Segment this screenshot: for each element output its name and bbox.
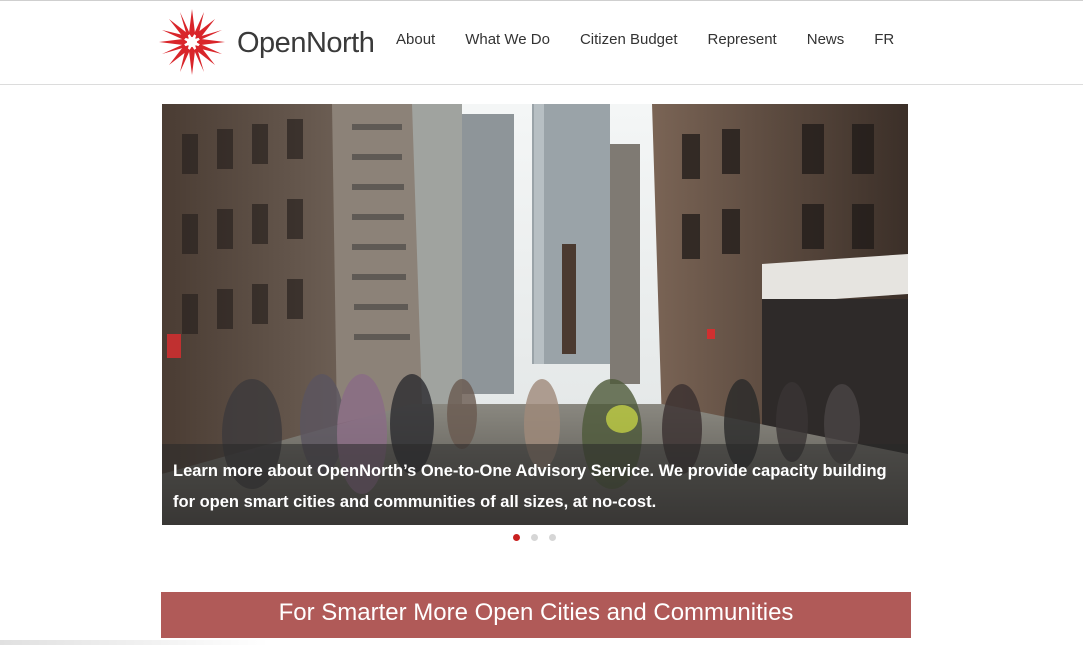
slider-dot-3[interactable] [549, 534, 556, 541]
hero-slider[interactable]: Learn more about OpenNorth’s One-to-One … [162, 104, 908, 525]
nav-what-we-do[interactable]: What We Do [465, 31, 550, 48]
section-heading-banner: For Smarter More Open Cities and Communi… [161, 592, 911, 638]
slider-dot-1[interactable] [513, 534, 520, 541]
nav-represent[interactable]: Represent [708, 31, 777, 48]
main-nav: About What We Do Citizen Budget Represen… [396, 31, 894, 48]
logo-link[interactable]: OpenNorth [155, 5, 375, 79]
page-edge-shadow [0, 640, 270, 645]
logo-text: OpenNorth [237, 26, 375, 59]
slide-caption[interactable]: Learn more about OpenNorth’s One-to-One … [162, 444, 908, 525]
nav-news[interactable]: News [807, 31, 845, 48]
section-heading: For Smarter More Open Cities and Communi… [278, 599, 794, 626]
nav-citizen-budget[interactable]: Citizen Budget [580, 31, 678, 48]
opennorth-star-icon [159, 9, 225, 75]
nav-about[interactable]: About [396, 31, 435, 48]
nav-language-fr[interactable]: FR [874, 31, 894, 48]
site-header: OpenNorth About What We Do Citizen Budge… [0, 0, 1083, 85]
slider-pagination [513, 534, 556, 541]
slider-dot-2[interactable] [531, 534, 538, 541]
